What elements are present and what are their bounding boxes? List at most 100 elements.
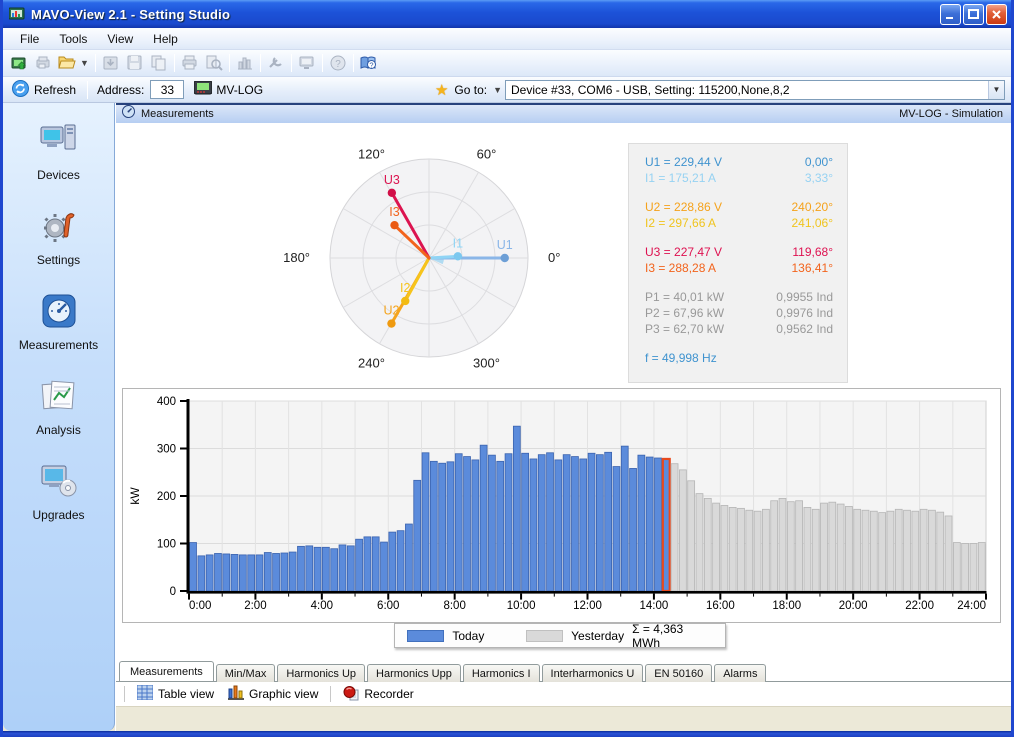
- tab-harmonics-upp[interactable]: Harmonics Upp: [367, 664, 461, 682]
- minimize-button[interactable]: [940, 4, 961, 25]
- svg-text:?: ?: [370, 61, 374, 70]
- svg-text:300°: 300°: [473, 356, 500, 371]
- save-icon[interactable]: [123, 52, 147, 74]
- svg-text:0°: 0°: [548, 250, 560, 265]
- table-view-button[interactable]: Table view: [133, 683, 218, 705]
- svg-text:U1: U1: [497, 238, 513, 252]
- phasor-section: 0°60°120°180°240°300°U1I1U2I2U3I3 U1 = 2…: [116, 123, 1011, 386]
- tab-measurements[interactable]: Measurements: [119, 661, 214, 681]
- open-file-dropdown-icon[interactable]: ▼: [80, 58, 89, 68]
- copy-icon[interactable]: [147, 52, 171, 74]
- svg-text:6:00: 6:00: [377, 600, 399, 612]
- manual-icon[interactable]: ?: [357, 52, 381, 74]
- today-label: Today: [452, 629, 484, 643]
- goto-dropdown-icon[interactable]: ▼: [493, 85, 502, 95]
- sidebar-item-label: Analysis: [36, 423, 81, 437]
- tab-min-max[interactable]: Min/Max: [216, 664, 276, 682]
- value-row: U1 = 229,44 V0,00°: [629, 154, 847, 170]
- svg-text:4:00: 4:00: [311, 600, 333, 612]
- menu-help[interactable]: Help: [144, 30, 187, 48]
- device-chip[interactable]: MV-LOG: [194, 81, 263, 98]
- svg-text:I3: I3: [389, 205, 399, 219]
- maximize-button[interactable]: [963, 4, 984, 25]
- address-label: Address:: [97, 83, 144, 97]
- load-chart-container: 01002003004000:002:004:006:008:0010:0012…: [122, 388, 1001, 623]
- today-swatch: [407, 630, 444, 642]
- svg-text:8:00: 8:00: [443, 600, 465, 612]
- statistics-icon[interactable]: [233, 52, 257, 74]
- address-input[interactable]: [150, 80, 184, 99]
- load-bar-chart: 01002003004000:002:004:006:008:0010:0012…: [125, 391, 995, 615]
- svg-text:14:00: 14:00: [640, 600, 669, 612]
- value-row: U2 = 228,86 V240,20°: [629, 199, 847, 215]
- svg-text:?: ?: [335, 59, 341, 70]
- devices-icon: [39, 123, 79, 164]
- tab-harmonics-up[interactable]: Harmonics Up: [277, 664, 365, 682]
- read-device-icon[interactable]: [8, 52, 32, 74]
- sidebar-item-measurements[interactable]: Measurements: [9, 293, 109, 352]
- svg-text:240°: 240°: [358, 356, 385, 371]
- svg-text:120°: 120°: [358, 146, 385, 161]
- combo-dropdown-icon[interactable]: ▼: [988, 81, 1004, 99]
- svg-text:U3: U3: [384, 173, 400, 187]
- tab-alarms[interactable]: Alarms: [714, 664, 766, 682]
- close-button[interactable]: [986, 4, 1007, 25]
- device-combobox[interactable]: Device #33, COM6 - USB, Setting: 115200,…: [505, 80, 1005, 100]
- tab-bar: Measurements Min/Max Harmonics Up Harmon…: [116, 661, 1011, 681]
- sidebar-item-label: Measurements: [19, 338, 98, 352]
- settings-icon: [39, 208, 79, 249]
- svg-text:0: 0: [170, 586, 176, 598]
- svg-text:20:00: 20:00: [839, 600, 868, 612]
- sidebar-item-settings[interactable]: Settings: [9, 208, 109, 267]
- svg-text:I1: I1: [453, 236, 463, 250]
- sidebar-item-devices[interactable]: Devices: [9, 123, 109, 182]
- yesterday-label: Yesterday: [571, 629, 624, 643]
- svg-text:16:00: 16:00: [706, 600, 735, 612]
- svg-text:0:00: 0:00: [189, 600, 211, 612]
- svg-text:2:00: 2:00: [244, 600, 266, 612]
- sidebar-item-analysis[interactable]: Analysis: [9, 378, 109, 437]
- svg-text:60°: 60°: [477, 146, 497, 161]
- svg-text:200: 200: [157, 491, 176, 503]
- favorite-star-icon[interactable]: ★: [435, 81, 448, 99]
- goto-label: Go to:: [454, 83, 487, 97]
- print-preview-icon[interactable]: [202, 52, 226, 74]
- app-window: MAVO-View 2.1 - Setting Studio File Tool…: [0, 0, 1014, 737]
- sidebar-item-label: Devices: [37, 168, 80, 182]
- address-bar: Refresh Address: MV-LOG ★ Go to: ▼ Devic…: [3, 77, 1011, 103]
- device-combo-value: Device #33, COM6 - USB, Setting: 115200,…: [511, 83, 790, 97]
- tab-en-50160[interactable]: EN 50160: [645, 664, 712, 682]
- gauge-icon: [122, 105, 135, 123]
- refresh-button[interactable]: Refresh: [8, 78, 84, 102]
- write-device-icon[interactable]: [32, 52, 56, 74]
- graphic-view-icon: [228, 685, 244, 704]
- value-row: f = 49,998 Hz: [629, 350, 847, 366]
- svg-text:180°: 180°: [284, 250, 310, 265]
- help-icon[interactable]: ?: [326, 52, 350, 74]
- open-file-icon[interactable]: [56, 52, 80, 74]
- menu-tools[interactable]: Tools: [50, 30, 96, 48]
- analysis-icon: [39, 378, 79, 419]
- main-panel: Measurements MV-LOG - Simulation 0°60°12…: [115, 103, 1011, 731]
- display-icon[interactable]: [295, 52, 319, 74]
- recorder-button[interactable]: Recorder: [339, 683, 417, 706]
- import-icon[interactable]: [99, 52, 123, 74]
- sidebar-item-upgrades[interactable]: Upgrades: [9, 463, 109, 522]
- tool-bar: ▼ ? ?: [3, 50, 1011, 77]
- value-row: U3 = 227,47 V119,68°: [629, 244, 847, 260]
- tools-icon[interactable]: [264, 52, 288, 74]
- svg-text:100: 100: [157, 539, 176, 551]
- title-bar: MAVO-View 2.1 - Setting Studio: [3, 0, 1011, 28]
- graphic-view-button[interactable]: Graphic view: [224, 683, 322, 706]
- tab-interharmonics-u[interactable]: Interharmonics U: [542, 664, 644, 682]
- svg-text:U2: U2: [383, 304, 399, 318]
- menu-view[interactable]: View: [98, 30, 142, 48]
- print-icon[interactable]: [178, 52, 202, 74]
- tab-harmonics-i[interactable]: Harmonics I: [463, 664, 540, 682]
- svg-text:22:00: 22:00: [905, 600, 934, 612]
- phasor-chart: 0°60°120°180°240°300°U1I1U2I2U3I3: [284, 131, 574, 389]
- menu-file[interactable]: File: [11, 30, 48, 48]
- device-icon: [194, 81, 212, 98]
- measurement-values-panel: U1 = 229,44 V0,00° I1 = 175,21 A3,33° U2…: [628, 143, 848, 383]
- svg-text:12:00: 12:00: [573, 600, 602, 612]
